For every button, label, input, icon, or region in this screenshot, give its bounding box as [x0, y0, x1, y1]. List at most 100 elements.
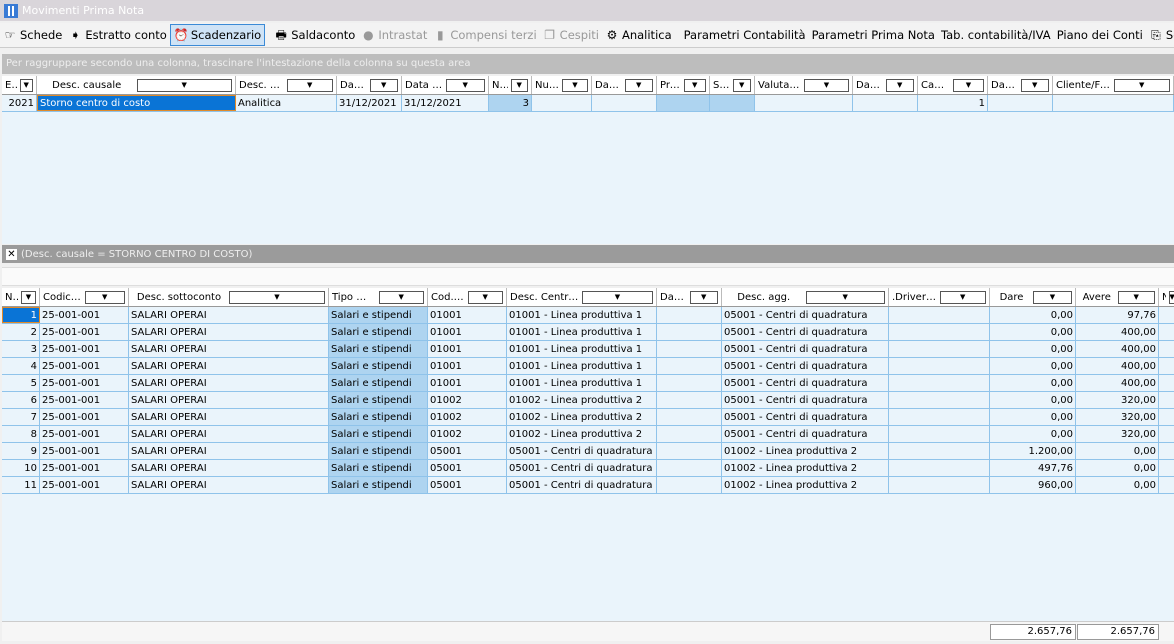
filter-dropdown-icon[interactable]: ▼	[885, 78, 914, 92]
filter-dropdown-icon[interactable]: ▼	[683, 78, 706, 92]
column-header[interactable]: Desc. simulazione▼	[236, 76, 337, 94]
table-cell[interactable]: 0,00	[1076, 443, 1159, 459]
toolbar-button-parametri-contabilit-[interactable]: Parametri Contabilità	[681, 24, 809, 46]
table-cell[interactable]: 05001 - Centri di quadratura	[722, 409, 889, 425]
filter-dropdown-icon[interactable]: ▼	[378, 290, 424, 304]
table-cell[interactable]	[889, 460, 990, 476]
table-cell[interactable]: Salari e stipendi	[329, 307, 428, 323]
table-cell[interactable]: 497,76	[990, 460, 1076, 476]
filter-dropdown-icon[interactable]: ▼	[1113, 78, 1170, 92]
table-cell[interactable]	[1159, 443, 1174, 459]
table-cell[interactable]: 3	[2, 341, 40, 357]
table-cell[interactable]	[1159, 375, 1174, 391]
table-cell[interactable]: 25-001-001	[40, 460, 129, 476]
column-header[interactable]: Cod. Centr...▼	[428, 288, 507, 306]
table-row[interactable]: 2021 Storno centro di costo Analitica 31/12…	[2, 95, 1174, 112]
table-cell[interactable]: 01001	[428, 358, 507, 374]
table-cell[interactable]	[1159, 477, 1174, 493]
table-cell[interactable]	[889, 324, 990, 340]
table-cell[interactable]: 05001 - Centri di quadratura	[722, 324, 889, 340]
table-row[interactable]: 6 25-001-001 SALARI OPERAI Salari e stipend…	[2, 392, 1174, 409]
table-cell[interactable]: 0,00	[990, 426, 1076, 442]
column-header[interactable]: Dare ▼	[990, 288, 1076, 306]
filter-dropdown-icon[interactable]: ▼	[953, 78, 984, 92]
table-cell[interactable]	[889, 426, 990, 442]
table-cell[interactable]: 320,00	[1076, 426, 1159, 442]
column-header[interactable]: Desc. sottoconto ▼	[129, 288, 329, 306]
table-cell[interactable]: 25-001-001	[40, 443, 129, 459]
table-cell[interactable]	[592, 95, 657, 111]
filter-dropdown-icon[interactable]: ▼	[369, 78, 398, 92]
table-cell[interactable]	[657, 307, 722, 323]
column-header[interactable]: Sbil...▼	[710, 76, 755, 94]
table-cell[interactable]: SALARI OPERAI	[129, 358, 329, 374]
column-header[interactable]: Nu...▼	[489, 76, 532, 94]
table-cell[interactable]: 01002 - Linea produttiva 2	[722, 477, 889, 493]
table-cell[interactable]: 05001 - Centri di quadratura	[722, 392, 889, 408]
table-cell[interactable]	[657, 409, 722, 425]
toolbar-button-analitica[interactable]: ⚙ Analitica	[602, 24, 675, 46]
table-cell[interactable]: SALARI OPERAI	[129, 392, 329, 408]
close-filter-icon[interactable]: ✕	[6, 248, 17, 260]
table-cell[interactable]	[657, 375, 722, 391]
filter-dropdown-icon[interactable]: ▼	[1169, 290, 1174, 304]
table-cell[interactable]: SALARI OPERAI	[129, 375, 329, 391]
table-cell[interactable]	[657, 443, 722, 459]
toolbar-button-compensi-terzi[interactable]: ▮ Compensi terzi	[430, 24, 539, 46]
table-cell[interactable]: Salari e stipendi	[329, 358, 428, 374]
table-cell[interactable]: 01002 - Linea produttiva 2	[507, 426, 657, 442]
filter-dropdown-icon[interactable]: ▼	[445, 78, 485, 92]
column-header[interactable]: Desc. agg. ▼	[722, 288, 889, 306]
table-cell[interactable]: Salari e stipendi	[329, 443, 428, 459]
table-cell[interactable]: Salari e stipendi	[329, 392, 428, 408]
table-cell[interactable]: 400,00	[1076, 375, 1159, 391]
table-cell[interactable]: Salari e stipendi	[329, 341, 428, 357]
table-cell[interactable]: 25-001-001	[40, 375, 129, 391]
column-header[interactable]: Avere ▼	[1076, 288, 1159, 306]
table-cell[interactable]: 400,00	[1076, 341, 1159, 357]
table-row[interactable]: 7 25-001-001 SALARI OPERAI Salari e stipend…	[2, 409, 1174, 426]
table-cell[interactable]	[657, 477, 722, 493]
table-cell[interactable]: 31/12/2021	[337, 95, 402, 111]
column-header[interactable]: Data doc.▼	[592, 76, 657, 94]
table-row[interactable]: 3 25-001-001 SALARI OPERAI Salari e stipend…	[2, 341, 1174, 358]
table-cell[interactable]	[988, 95, 1053, 111]
group-by-panel[interactable]: Per raggruppare secondo una colonna, tra…	[2, 54, 1174, 74]
filter-dropdown-icon[interactable]: ▼	[1117, 290, 1155, 304]
table-cell[interactable]: Analitica	[236, 95, 337, 111]
table-cell[interactable]: 01002 - Linea produttiva 2	[507, 392, 657, 408]
filter-dropdown-icon[interactable]: ▼	[467, 290, 503, 304]
filter-dropdown-icon[interactable]: ▼	[21, 290, 36, 304]
table-cell[interactable]	[1159, 392, 1174, 408]
table-cell[interactable]: Salari e stipendi	[329, 460, 428, 476]
table-cell[interactable]	[1159, 324, 1174, 340]
table-cell[interactable]: 0,00	[990, 358, 1076, 374]
column-header[interactable]: Data ana...▼	[657, 288, 722, 306]
table-cell[interactable]: 960,00	[990, 477, 1076, 493]
filter-dropdown-icon[interactable]: ▼	[84, 290, 125, 304]
table-cell[interactable]	[889, 392, 990, 408]
column-header[interactable]: Tipo movimento▼	[329, 288, 428, 306]
filter-dropdown-icon[interactable]: ▼	[804, 78, 849, 92]
toolbar-button-parametri-prima-nota[interactable]: Parametri Prima Nota	[809, 24, 938, 46]
table-cell[interactable]: SALARI OPERAI	[129, 426, 329, 442]
filter-dropdown-icon[interactable]: ▼	[805, 290, 885, 304]
table-cell[interactable]: 01001	[428, 324, 507, 340]
table-row[interactable]: 11 25-001-001 SALARI OPERAI Salari e stipen…	[2, 477, 1174, 494]
filter-dropdown-icon[interactable]: ▼	[732, 78, 751, 92]
table-cell[interactable]	[1159, 409, 1174, 425]
table-cell[interactable]	[1053, 95, 1174, 111]
table-cell[interactable]	[889, 477, 990, 493]
table-cell[interactable]: SALARI OPERAI	[129, 324, 329, 340]
filter-dropdown-icon[interactable]: ▼	[1020, 78, 1049, 92]
table-row[interactable]: 4 25-001-001 SALARI OPERAI Salari e stipend…	[2, 358, 1174, 375]
table-cell[interactable]: 01002	[428, 409, 507, 425]
table-cell[interactable]	[889, 375, 990, 391]
toolbar-button-tab-contabilit-iva[interactable]: Tab. contabilità/IVA	[938, 24, 1054, 46]
column-header[interactable]: N°...▼	[2, 288, 40, 306]
table-cell[interactable]: 400,00	[1076, 324, 1159, 340]
table-cell[interactable]: 4	[2, 358, 40, 374]
table-row[interactable]: 10 25-001-001 SALARI OPERAI Salari e stipen…	[2, 460, 1174, 477]
table-cell[interactable]: 05001 - Centri di quadratura	[722, 341, 889, 357]
table-cell[interactable]: Salari e stipendi	[329, 477, 428, 493]
